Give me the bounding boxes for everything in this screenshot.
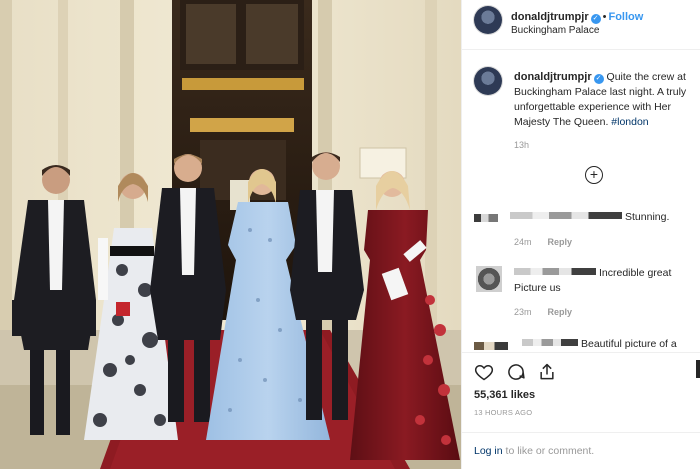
post-photo[interactable] — [0, 0, 461, 469]
comment-username[interactable] — [510, 212, 622, 219]
hashtag-link[interactable]: #london — [611, 116, 648, 128]
comment-icon[interactable] — [506, 362, 526, 382]
reply-button[interactable]: Reply — [548, 237, 573, 247]
verified-badge-icon: ✓ — [590, 14, 601, 24]
heart-icon[interactable] — [474, 362, 494, 382]
photo-scene — [0, 0, 461, 469]
verified-badge-icon: ✓ — [593, 74, 604, 84]
comment-username[interactable] — [514, 268, 596, 275]
caption-avatar[interactable] — [474, 67, 502, 95]
comment-meta: 24m Reply — [514, 237, 572, 247]
separator-dot: • — [602, 11, 607, 23]
post-header: donaldjtrumpjr ✓ • Follow Buckingham Palace — [462, 0, 700, 50]
caption-text: donaldjtrumpjr ✓ Quite the crew at Buckin… — [514, 70, 690, 130]
caption-username[interactable]: donaldjtrumpjr — [514, 71, 592, 83]
login-suffix: to like or comment. — [502, 445, 595, 457]
comment-item: Beautiful picture of a — [462, 337, 700, 352]
likes-count[interactable]: 55,361 likes — [474, 389, 535, 401]
comment-username[interactable] — [522, 339, 578, 346]
comment-body: Beautiful picture of a — [581, 338, 677, 350]
comment-age: 23m — [514, 307, 532, 317]
caption-age: 13h — [514, 140, 530, 150]
comment-meta: 23m Reply — [514, 307, 572, 317]
reply-button[interactable]: Reply — [548, 307, 573, 317]
header-user-row: donaldjtrumpjr ✓ • Follow — [511, 11, 643, 24]
comment-body: Stunning. — [625, 211, 670, 223]
post-sidebar: donaldjtrumpjr ✓ • Follow Buckingham Palace… — [461, 0, 700, 469]
comment-text: Incredible great Picture us — [514, 266, 696, 296]
share-icon[interactable] — [537, 362, 557, 382]
post-timestamp: 13 HOURS AGO — [474, 408, 533, 417]
username-link[interactable]: donaldjtrumpjr — [511, 11, 589, 23]
next-arrow-icon[interactable] — [696, 360, 700, 378]
location-link[interactable]: Buckingham Palace — [511, 25, 599, 36]
avatar[interactable] — [474, 6, 502, 34]
comment-age: 24m — [514, 237, 532, 247]
login-prompt: Log in to like or comment. — [462, 432, 700, 470]
avatar[interactable] — [474, 214, 498, 222]
comment-text: Beautiful picture of a — [522, 337, 700, 352]
follow-button[interactable]: Follow — [608, 11, 643, 23]
comment-text: Stunning. — [510, 210, 692, 225]
login-link[interactable]: Log in — [474, 445, 503, 457]
avatar[interactable] — [474, 342, 508, 350]
plus-circle-icon[interactable]: + — [585, 166, 603, 184]
avatar[interactable] — [476, 266, 502, 292]
post-actions: 55,361 likes 13 HOURS AGO Log in to like… — [462, 352, 700, 470]
